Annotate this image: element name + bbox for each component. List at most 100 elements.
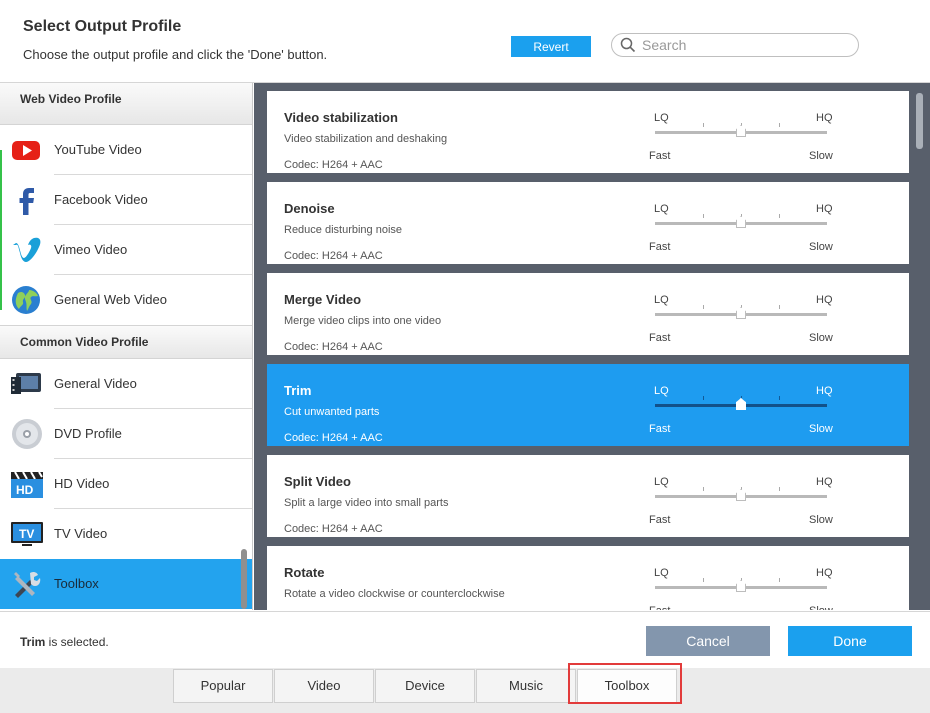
profile-codec: Codec: H264 + AAC	[284, 159, 383, 171]
sidebar-item-label: HD Video	[54, 476, 110, 491]
quality-high-label: HQ	[816, 567, 833, 579]
profile-card[interactable]: Rotate Rotate a video clockwise or counte…	[267, 546, 909, 610]
sidebar-item-label: YouTube Video	[54, 142, 142, 157]
slider-tick	[703, 123, 704, 127]
quality-low-label: LQ	[654, 294, 669, 306]
quality-low-label: LQ	[654, 385, 669, 397]
section-header-common-video: Common Video Profile	[0, 325, 252, 359]
search-input[interactable]	[642, 36, 847, 53]
monitor-film-icon	[11, 373, 41, 394]
dialog-title: Select Output Profile	[23, 18, 182, 35]
sidebar-item-general-web-video[interactable]: General Web Video	[0, 275, 252, 325]
profile-name: Split Video	[284, 474, 351, 489]
speed-slow-label: Slow	[809, 150, 833, 162]
tv-icon: TV	[11, 522, 43, 546]
sidebar-item-label: TV Video	[54, 526, 108, 541]
sidebar-item-label: General Video	[54, 376, 137, 391]
vimeo-icon	[13, 237, 41, 262]
profile-name: Denoise	[284, 201, 335, 216]
speed-fast-label: Fast	[649, 605, 670, 610]
speed-slow-label: Slow	[809, 514, 833, 526]
sidebar-item-general-video[interactable]: General Video	[0, 359, 252, 409]
svg-text:HD: HD	[16, 483, 34, 497]
quality-low-label: LQ	[654, 476, 669, 488]
sidebar-item-hd-video[interactable]: HD HD Video	[0, 459, 252, 509]
sidebar-item-label: Vimeo Video	[54, 242, 128, 257]
slider-tick	[779, 123, 780, 127]
sidebar-item-facebook-video[interactable]: Facebook Video	[0, 175, 252, 225]
slider-tick	[703, 396, 704, 400]
profile-description: Split a large video into small parts	[284, 497, 449, 509]
profile-description: Merge video clips into one video	[284, 315, 442, 327]
profile-name: Merge Video	[284, 292, 362, 307]
sidebar-item-youtube-video[interactable]: YouTube Video	[0, 125, 252, 175]
background-window-edge	[0, 150, 2, 310]
profile-card[interactable]: Split Video Split a large video into smal…	[267, 455, 909, 537]
speed-slow-label: Slow	[809, 423, 833, 435]
svg-text:TV: TV	[19, 527, 34, 541]
sidebar-item-dvd-profile[interactable]: DVD Profile	[0, 409, 252, 459]
profile-list-panel: Video stabilization Video stabilization a…	[254, 83, 930, 610]
facebook-icon	[19, 188, 34, 215]
slider-tick	[779, 214, 780, 218]
speed-fast-label: Fast	[649, 514, 671, 526]
tools-icon	[14, 571, 41, 598]
speed-slow-label: Slow	[809, 332, 833, 344]
tab-device[interactable]: Device	[375, 669, 475, 703]
slider-tick	[779, 396, 780, 400]
profile-list-scrollbar-thumb[interactable]	[916, 93, 923, 149]
slider-tick	[703, 214, 704, 218]
done-button[interactable]: Done	[788, 626, 912, 656]
search-box[interactable]	[611, 33, 859, 57]
speed-fast-label: Fast	[649, 150, 671, 162]
profile-description: Video stabilization and deshaking	[284, 133, 448, 145]
quality-low-label: LQ	[654, 203, 669, 215]
section-header-web-video: Web Video Profile	[0, 83, 252, 125]
quality-high-label: HQ	[816, 203, 833, 215]
youtube-icon	[12, 141, 40, 160]
quality-slider-thumb[interactable]	[736, 398, 746, 410]
profile-card[interactable]: Trim Cut unwanted parts Codec: H264 + AAC L…	[267, 364, 909, 446]
tab-popular[interactable]: Popular	[173, 669, 273, 703]
tab-music[interactable]: Music	[476, 669, 576, 703]
quality-slider-thumb[interactable]	[736, 489, 746, 501]
quality-slider-thumb[interactable]	[736, 125, 746, 137]
profile-name: Rotate	[284, 565, 325, 580]
hd-clapper-icon: HD	[11, 471, 43, 498]
sidebar-item-vimeo-video[interactable]: Vimeo Video	[0, 225, 252, 275]
slider-tick	[779, 305, 780, 309]
dialog-footer: Trim is selected. Cancel Done	[0, 611, 930, 669]
quality-slider-thumb[interactable]	[736, 580, 746, 592]
speed-fast-label: Fast	[649, 241, 671, 253]
cancel-button[interactable]: Cancel	[646, 626, 770, 656]
slider-tick	[703, 487, 704, 491]
sidebar-item-tv-video[interactable]: TV TV Video	[0, 509, 252, 559]
speed-slow-label: Slow	[809, 605, 833, 610]
quality-high-label: HQ	[816, 385, 833, 397]
revert-button[interactable]: Revert	[511, 36, 591, 57]
profile-card[interactable]: Denoise Reduce disturbing noise Codec: H26…	[267, 182, 909, 264]
dialog-header: Select Output Profile Choose the output …	[0, 0, 930, 83]
quality-slider-thumb[interactable]	[736, 307, 746, 319]
globe-icon	[12, 286, 40, 314]
sidebar-item-toolbox[interactable]: Toolbox	[0, 559, 252, 609]
profile-card[interactable]: Merge Video Merge video clips into one vi…	[267, 273, 909, 355]
profile-card[interactable]: Video stabilization Video stabilization a…	[267, 91, 909, 173]
toolbox-tab-highlight	[568, 663, 682, 704]
sidebar-item-label: DVD Profile	[54, 426, 122, 441]
quality-slider-thumb[interactable]	[736, 216, 746, 228]
speed-fast-label: Fast	[649, 332, 671, 344]
quality-high-label: HQ	[816, 112, 833, 124]
quality-high-label: HQ	[816, 476, 833, 488]
speed-fast-label: Fast	[649, 423, 671, 435]
tab-video[interactable]: Video	[274, 669, 374, 703]
profile-codec: Codec: H264 + AAC	[284, 341, 383, 353]
profile-name: Video stabilization	[284, 110, 398, 125]
sidebar-scrollbar-thumb[interactable]	[241, 549, 247, 609]
sidebar-item-label: General Web Video	[54, 292, 167, 307]
speed-slow-label: Slow	[809, 241, 833, 253]
quality-high-label: HQ	[816, 294, 833, 306]
profile-codec: Codec: H264 + AAC	[284, 250, 383, 262]
profile-sidebar: Web Video Profile YouTube Video Facebook…	[0, 83, 253, 610]
category-tab-bar: Popular Video Device Music Toolbox	[0, 668, 930, 713]
